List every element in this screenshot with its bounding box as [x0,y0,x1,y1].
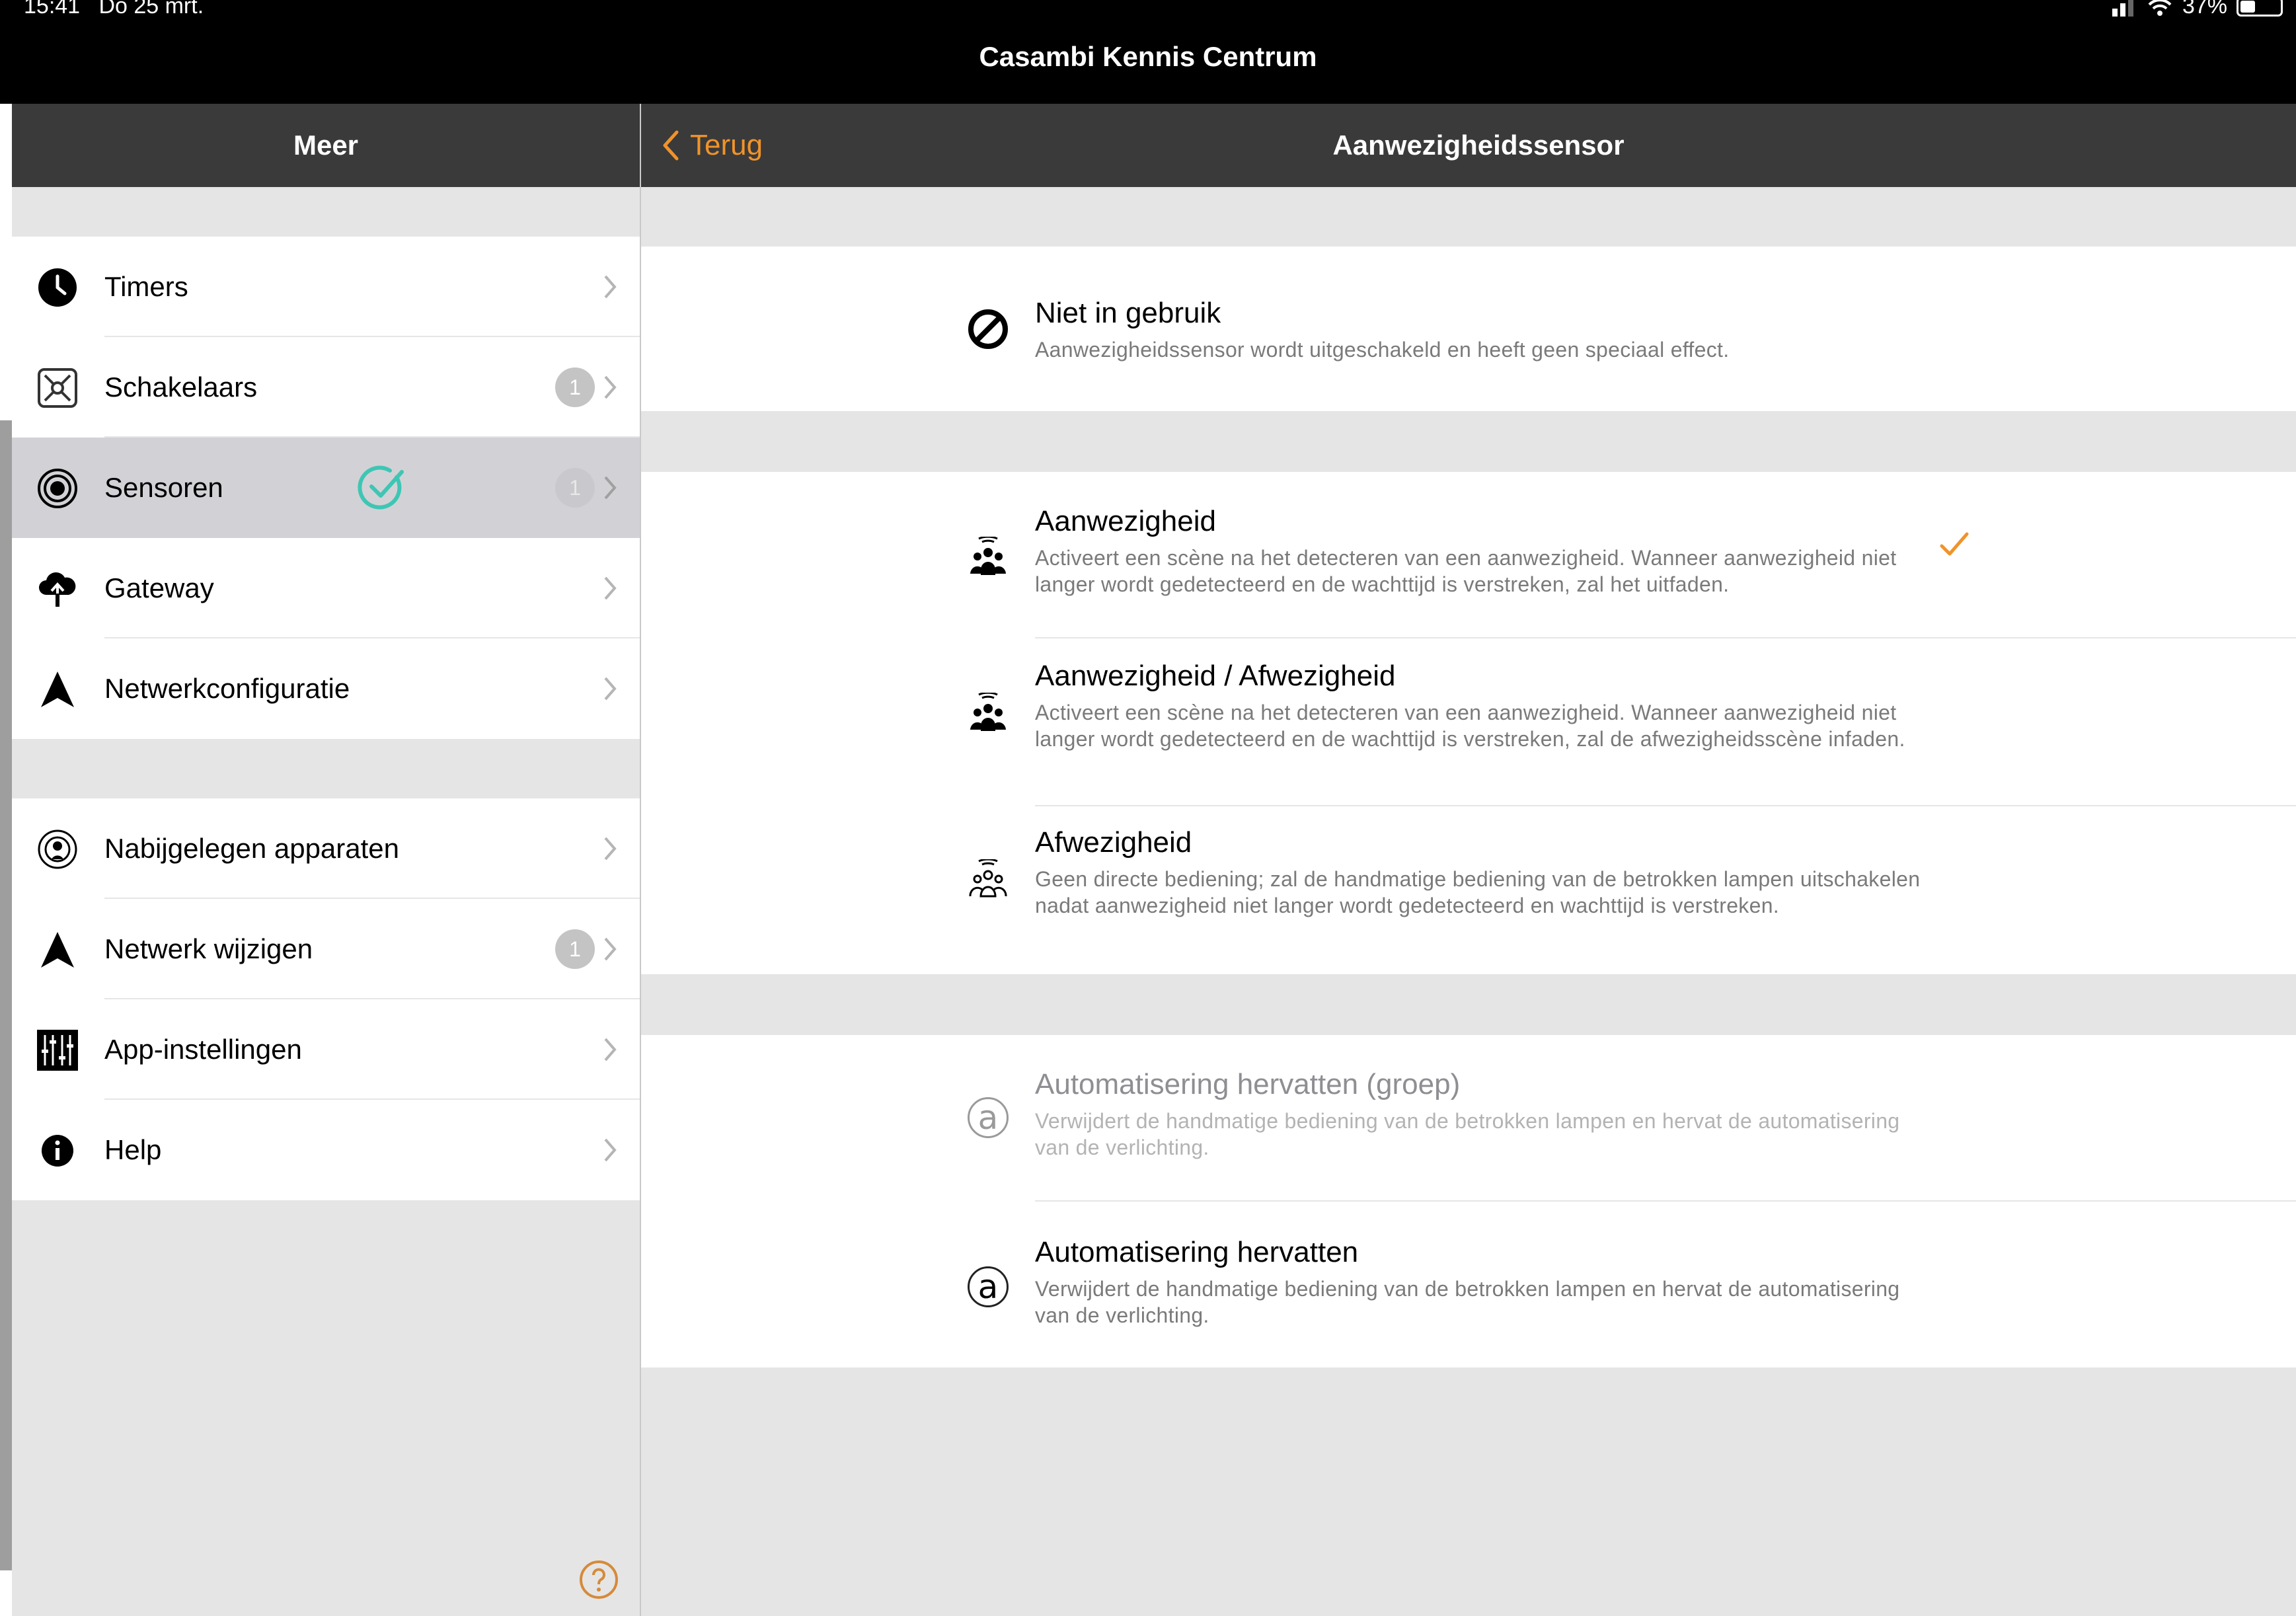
sidebar-item-label: Netwerkconfiguratie [104,673,350,704]
option-desc: Activeert een scène na het detecteren va… [1035,701,1905,751]
checkmark-icon [1940,532,1969,556]
option-title: Automatisering hervatten [1035,1236,1359,1268]
option-card-3: a Automatisering hervatten (groep) Verwi… [641,1035,2296,1367]
question-icon[interactable] [579,1560,619,1599]
sidebar-item-label: Gateway [104,572,214,603]
signal-icon [2112,0,2133,17]
option-desc: Aanwezigheidssensor wordt uitgeschakeld … [1035,338,1730,362]
wifi-icon [2148,0,2172,16]
sensor-icon [37,468,78,509]
automation-icon: a [965,1264,1011,1310]
detail-header: Aanwezigheidssensor Terug [641,104,2296,187]
sidebar-item-label: Netwerk wijzigen [104,933,313,964]
count-badge: 1 [555,929,595,969]
option-niet-in-gebruik[interactable]: Niet in gebruik Aanwezigheidssensor word… [641,247,2296,411]
option-title: Aanwezigheid / Afwezigheid [1035,660,1396,692]
automation-icon: a [965,1095,1011,1141]
option-title: Automatisering hervatten (groep) [1035,1068,1461,1100]
sidebar-item-label: Timers [104,271,188,302]
sidebar-title: Meer [293,130,359,161]
option-card-2: Aanwezigheid Activeert een scène na het … [641,472,2296,974]
presence-icon [965,534,1011,580]
detail-panel: Niet in gebruik Aanwezigheidssensor word… [641,187,2296,1616]
chevron-right-icon [604,1138,617,1162]
sidebar-item-label: App-instellingen [104,1034,302,1065]
not-allowed-icon [965,306,1011,352]
nearby-devices-icon [37,829,78,870]
option-desc: Verwijdert de handmatige bediening van d… [1035,1277,1900,1327]
chevron-right-icon [604,375,617,399]
option-card-1: Niet in gebruik Aanwezigheidssensor word… [641,247,2296,411]
sidebar-item-nabijgelegen-apparaten[interactable]: Nabijgelegen apparaten [12,798,640,899]
chevron-right-icon [604,476,617,500]
chevron-right-icon [604,837,617,861]
clock-icon [37,267,78,308]
option-desc: Verwijdert de handmatige bediening van d… [1035,1109,1900,1159]
app-title: Casambi Kennis Centrum [979,41,1317,72]
network-icon [37,669,78,710]
option-title: Afwezigheid [1035,826,1192,859]
info-icon [37,1130,78,1171]
sidebar-item-gateway[interactable]: Gateway [12,538,640,638]
switch-icon [37,367,78,408]
presence-absence-icon [965,690,1011,736]
sidebar-group-1: Timers Schakelaars 1 Sensoren 1 Gateway … [12,237,640,739]
sidebar: Timers Schakelaars 1 Sensoren 1 Gateway … [12,187,640,1616]
sliders-icon [37,1030,78,1071]
sidebar-item-label: Schakelaars [104,371,258,403]
top-bar: 15:41 Do 25 mrt. 37% Casambi Kennis Cent… [0,0,2296,104]
sidebar-item-app-instellingen[interactable]: App-instellingen [12,999,640,1100]
left-edge-scroll [0,420,12,1570]
sidebar-item-label: Nabijgelegen apparaten [104,833,400,864]
option-title: Niet in gebruik [1035,297,1221,329]
check-circle-icon [358,465,404,510]
chevron-left-icon [663,130,679,161]
option-title: Aanwezigheid [1035,505,1216,537]
sidebar-item-schakelaars[interactable]: Schakelaars 1 [12,337,640,438]
battery-icon [2237,0,2283,17]
sidebar-item-sensoren[interactable]: Sensoren 1 [12,438,640,538]
sidebar-item-netwerk-wijzigen[interactable]: Netwerk wijzigen 1 [12,899,640,999]
sidebar-item-help[interactable]: Help [12,1100,640,1200]
option-aanwezigheid[interactable]: Aanwezigheid Activeert een scène na het … [641,472,2296,638]
option-afwezigheid[interactable]: Afwezigheid Geen directe bediening; zal … [641,806,2296,974]
option-desc: Activeert een scène na het detecteren va… [1035,546,1897,596]
battery-percent: 37% [2182,0,2227,19]
status-time: 15:41 Do 25 mrt. [24,0,204,19]
chevron-right-icon [604,576,617,600]
sidebar-item-timers[interactable]: Timers [12,237,640,337]
sidebar-item-netwerkconfiguratie[interactable]: Netwerkconfiguratie [12,638,640,739]
network-icon [37,929,78,970]
page-title: Aanwezigheidssensor [1332,130,1625,161]
back-button[interactable]: Terug [661,104,763,187]
sidebar-item-label: Sensoren [104,472,223,503]
option-automatisering-hervatten[interactable]: a Automatisering hervatten Verwijdert de… [641,1202,2296,1367]
sidebar-group-2: Nabijgelegen apparaten Netwerk wijzigen … [12,798,640,1200]
sidebar-item-label: Help [104,1134,162,1165]
option-automatisering-hervatten-groep[interactable]: a Automatisering hervatten (groep) Verwi… [641,1035,2296,1202]
chevron-right-icon [604,677,617,701]
option-desc: Geen directe bediening; zal de handmatig… [1035,867,1921,917]
status-indicators: 37% [2111,0,2283,19]
absence-icon [965,857,1011,903]
count-badge: 1 [555,367,595,407]
time-text: 15:41 [24,0,81,19]
sidebar-header: Meer [12,104,640,187]
chevron-right-icon [604,937,617,961]
chevron-right-icon [604,275,617,299]
count-badge: 1 [555,468,595,508]
chevron-right-icon [604,1038,617,1061]
back-label: Terug [690,129,763,161]
date-text: Do 25 mrt. [98,0,204,19]
option-aanwezigheid-afwezigheid[interactable]: Aanwezigheid / Afwezigheid Activeert een… [641,638,2296,806]
cloud-upload-icon [37,568,78,609]
